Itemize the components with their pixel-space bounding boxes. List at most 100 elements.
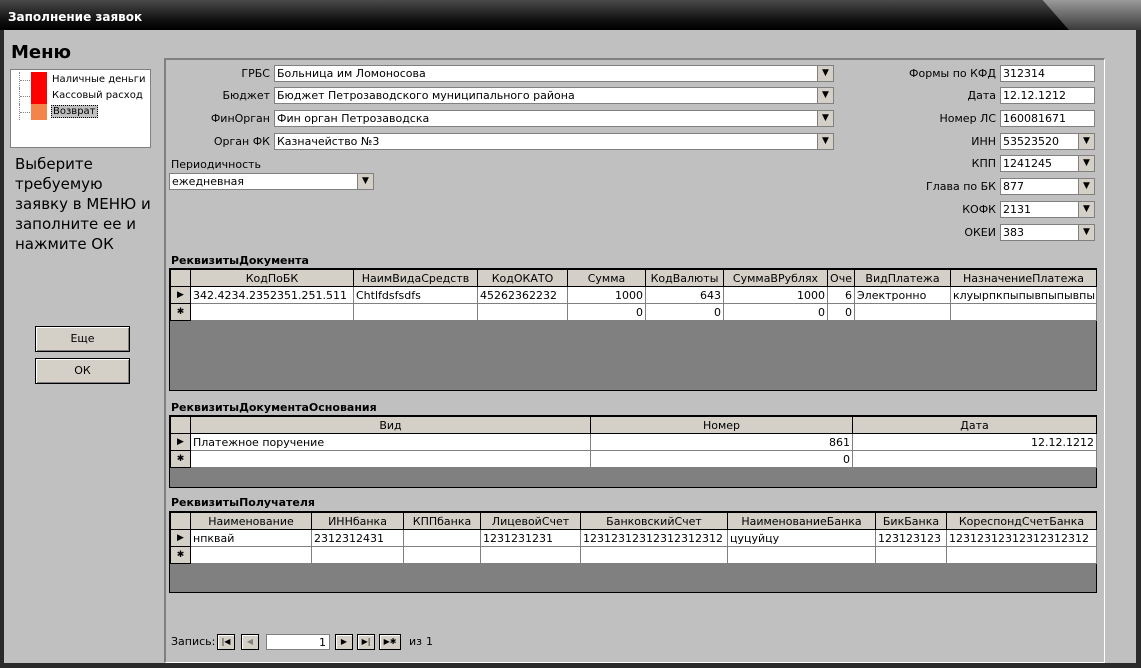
new-record-row[interactable]: ✱ xyxy=(170,546,1097,564)
doc-grid[interactable]: КодПоБК НаимВидаСредств КодОКАТО Сумма К… xyxy=(169,268,1097,391)
chevron-down-icon[interactable]: ▼ xyxy=(1078,225,1094,240)
new-record-row[interactable]: ✱ 0 0 0 0 xyxy=(170,303,1097,321)
new-record-icon[interactable]: ✱ xyxy=(170,546,191,564)
glava-combo[interactable]: 877 ▼ xyxy=(1000,178,1095,195)
chevron-down-icon[interactable]: ▼ xyxy=(817,66,833,81)
table-cell[interactable]: нпквай xyxy=(190,529,312,547)
table-cell[interactable] xyxy=(190,303,354,321)
table-cell[interactable]: 0 xyxy=(567,303,646,321)
table-cell[interactable] xyxy=(480,546,581,564)
table-cell[interactable]: 0 xyxy=(645,303,724,321)
table-cell[interactable]: клуырпкпыпывпыпывпы xyxy=(950,286,1097,304)
table-row[interactable]: ▶ нпквай 2312312431 1231231231 123123123… xyxy=(170,529,1097,547)
column-header[interactable]: ВидПлатежа xyxy=(854,269,951,287)
table-cell[interactable] xyxy=(580,546,728,564)
kfd-field[interactable]: 312314 xyxy=(1000,65,1095,82)
table-cell[interactable] xyxy=(190,450,591,468)
table-cell[interactable]: 6 xyxy=(827,286,855,304)
column-header[interactable]: Наименование xyxy=(190,512,312,530)
table-cell[interactable] xyxy=(311,546,404,564)
column-header[interactable]: КореспондСчетБанка xyxy=(946,512,1097,530)
column-header[interactable]: КодПоБК xyxy=(190,269,354,287)
column-header[interactable]: БикБанка xyxy=(875,512,947,530)
column-header[interactable]: Оче xyxy=(827,269,855,287)
organfk-combo[interactable]: Казначейство №3 ▼ xyxy=(274,133,834,150)
okei-combo[interactable]: 383 ▼ xyxy=(1000,224,1095,241)
budget-combo[interactable]: Бюджет Петрозаводского муниципального ра… xyxy=(274,87,834,104)
chevron-down-icon[interactable]: ▼ xyxy=(1078,179,1094,194)
table-cell[interactable]: 2312312431 xyxy=(311,529,404,547)
table-cell[interactable]: цуцуйцу xyxy=(727,529,876,547)
menu-item-return[interactable]: Возврат xyxy=(11,104,151,120)
table-cell[interactable] xyxy=(353,303,478,321)
chevron-down-icon[interactable]: ▼ xyxy=(817,134,833,149)
periodicity-combo[interactable]: ежедневная ▼ xyxy=(169,173,374,190)
table-cell[interactable] xyxy=(403,529,481,547)
table-cell[interactable] xyxy=(854,303,951,321)
menu-list[interactable]: Наличные деньги Кассовый расход Возврат xyxy=(10,69,151,148)
next-record-icon[interactable]: ▶ xyxy=(335,634,353,650)
table-cell[interactable]: 1000 xyxy=(567,286,646,304)
column-header[interactable]: Сумма xyxy=(567,269,646,287)
new-record-icon[interactable]: ✱ xyxy=(170,303,191,321)
table-cell[interactable] xyxy=(403,546,481,564)
first-record-icon[interactable]: |◀ xyxy=(217,634,235,650)
column-header[interactable]: НазначениеПлатежа xyxy=(950,269,1097,287)
menu-item-cash[interactable]: Наличные деньги xyxy=(11,72,151,88)
recipient-grid[interactable]: Наименование ИННбанка КППбанка ЛицевойСч… xyxy=(169,511,1097,593)
ok-button[interactable]: ОК xyxy=(35,358,130,384)
table-cell[interactable] xyxy=(946,546,1097,564)
table-cell[interactable]: 643 xyxy=(645,286,724,304)
table-cell[interactable] xyxy=(852,450,1097,468)
table-cell[interactable]: Платежное поручение xyxy=(190,433,591,451)
table-cell[interactable]: 123123123 xyxy=(875,529,947,547)
table-cell[interactable]: 45262362232 xyxy=(477,286,568,304)
current-row-icon[interactable]: ▶ xyxy=(170,286,191,304)
column-header[interactable]: КППбанка xyxy=(403,512,481,530)
table-cell[interactable]: 342.4234.2352351.251.511 xyxy=(190,286,354,304)
column-header[interactable]: НаименованиеБанка xyxy=(727,512,876,530)
record-number-field[interactable]: 1 xyxy=(266,634,330,650)
table-cell[interactable]: 0 xyxy=(827,303,855,321)
chevron-down-icon[interactable]: ▼ xyxy=(1078,156,1094,171)
new-record-icon[interactable]: ✱ xyxy=(170,450,191,468)
table-cell[interactable]: 0 xyxy=(723,303,828,321)
base-grid[interactable]: Вид Номер Дата ▶ Платежное поручение 861… xyxy=(169,415,1097,488)
menu-item-cash-expense[interactable]: Кассовый расход xyxy=(11,88,151,104)
date-field[interactable]: 12.12.1212 xyxy=(1000,87,1095,104)
table-cell[interactable] xyxy=(190,546,312,564)
column-header[interactable]: ИННбанка xyxy=(311,512,404,530)
current-row-icon[interactable]: ▶ xyxy=(170,433,191,451)
column-header[interactable]: СуммаВРублях xyxy=(723,269,828,287)
column-header[interactable]: БанковскийСчет xyxy=(580,512,728,530)
chevron-down-icon[interactable]: ▼ xyxy=(817,88,833,103)
table-cell[interactable] xyxy=(950,303,1097,321)
table-cell[interactable]: Chtlfdsfsdfs xyxy=(353,286,478,304)
more-button[interactable]: Еще xyxy=(35,326,130,352)
column-header[interactable]: ЛицевойСчет xyxy=(480,512,581,530)
grbs-combo[interactable]: Больница им Ломоносова ▼ xyxy=(274,65,834,82)
column-header[interactable]: Вид xyxy=(190,416,591,434)
table-cell[interactable]: 12.12.1212 xyxy=(852,433,1097,451)
table-cell[interactable]: 12312312312312312312 xyxy=(580,529,728,547)
table-cell[interactable]: 0 xyxy=(590,450,853,468)
chevron-down-icon[interactable]: ▼ xyxy=(817,111,833,126)
table-cell[interactable] xyxy=(477,303,568,321)
column-header[interactable]: Дата xyxy=(852,416,1097,434)
column-header[interactable]: Номер xyxy=(590,416,853,434)
table-cell[interactable]: 12312312312312312312 xyxy=(946,529,1097,547)
column-header[interactable]: НаимВидаСредств xyxy=(353,269,478,287)
ls-field[interactable]: 160081671 xyxy=(1000,110,1095,127)
chevron-down-icon[interactable]: ▼ xyxy=(1078,202,1094,217)
chevron-down-icon[interactable]: ▼ xyxy=(1078,134,1094,149)
table-row[interactable]: ▶ 342.4234.2352351.251.511 Chtlfdsfsdfs … xyxy=(170,286,1097,304)
column-header[interactable]: КодВалюты xyxy=(645,269,724,287)
table-cell[interactable]: 861 xyxy=(590,433,853,451)
chevron-down-icon[interactable]: ▼ xyxy=(357,174,373,189)
last-record-icon[interactable]: ▶| xyxy=(357,634,375,650)
current-row-icon[interactable]: ▶ xyxy=(170,529,191,547)
table-cell[interactable] xyxy=(875,546,947,564)
new-record-icon[interactable]: ▶✱ xyxy=(379,634,401,650)
kpp-combo[interactable]: 1241245 ▼ xyxy=(1000,155,1095,172)
column-header[interactable]: КодОКАТО xyxy=(477,269,568,287)
